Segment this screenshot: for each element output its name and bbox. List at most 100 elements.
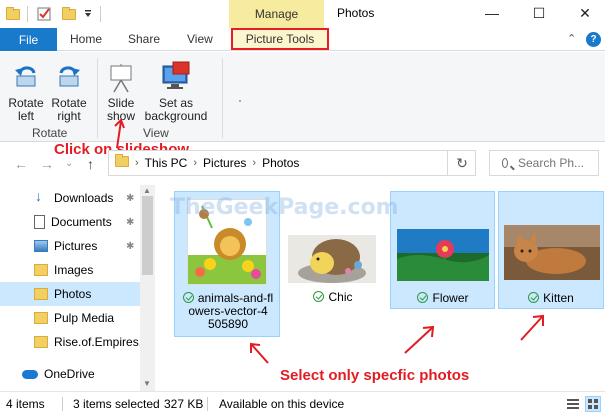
nav-item-label: Documents (51, 215, 112, 229)
search-input[interactable] (518, 156, 598, 170)
minimize-button[interactable]: — (477, 2, 507, 24)
search-box[interactable] (489, 150, 599, 176)
download-icon (34, 188, 48, 204)
divider (62, 397, 63, 411)
divider (100, 6, 101, 22)
nav-item-photos[interactable]: Photos (0, 282, 140, 306)
folder-icon (34, 336, 48, 348)
nav-item-downloads[interactable]: Downloads ✱ (0, 186, 140, 210)
tab-file[interactable]: File (0, 28, 57, 51)
nav-item-documents[interactable]: Documents ✱ (0, 210, 140, 234)
watermark: TheGeekPage.com (170, 195, 399, 220)
slideshow-icon (110, 64, 132, 93)
group-label-rotate: Rotate (32, 126, 68, 140)
nav-item-label: Pulp Media (54, 311, 115, 325)
group-separator (222, 58, 223, 138)
selected-check-icon (528, 292, 540, 303)
customize-toolbar-icon[interactable] (83, 5, 93, 23)
thumbnail-chic (288, 235, 376, 283)
tab-share[interactable]: Share (128, 32, 160, 46)
collapse-ribbon-icon[interactable]: ⌃ (567, 32, 576, 45)
rotate-right-label-2: right (57, 109, 81, 123)
status-selected-count: 3 items selected (73, 397, 160, 411)
tab-picture-tools[interactable]: Picture Tools (231, 28, 329, 50)
set-as-background-button[interactable]: Set as background (143, 60, 209, 123)
nav-item-onedrive[interactable]: OneDrive (0, 362, 140, 386)
selected-check-icon (182, 292, 194, 303)
annotation-arrow (404, 325, 435, 354)
rotate-left-icon (15, 66, 36, 87)
quick-access-folder-icon[interactable] (6, 5, 20, 23)
nav-item-pictures[interactable]: Pictures ✱ (0, 234, 140, 258)
status-item-count: 4 items (6, 397, 45, 411)
annotation-arrow (250, 342, 269, 364)
pin-icon[interactable]: ✱ (126, 193, 134, 204)
details-view-icon[interactable] (565, 396, 581, 412)
annotation-arrow-up (114, 118, 125, 149)
large-icons-view-icon[interactable] (585, 396, 601, 412)
nav-item-label: Photos (54, 287, 92, 301)
status-check-icon (313, 291, 325, 302)
nav-item-pulp-media[interactable]: Pulp Media (0, 306, 140, 330)
help-icon[interactable]: ? (586, 32, 601, 47)
thumbnail-kitten (504, 225, 600, 280)
up-arrow-icon[interactable]: ↑ (87, 156, 94, 172)
nav-scrollbar-thumb[interactable] (142, 196, 153, 275)
breadcrumb-this-pc[interactable]: This PC (145, 156, 188, 170)
nav-item-label: Downloads (54, 191, 114, 205)
file-tile-kitten[interactable]: Kitten (498, 191, 604, 309)
file-name: animals-and-fl owers-vector-4 505890 (177, 292, 279, 331)
file-tile-flower[interactable]: Flower (390, 191, 495, 309)
tab-view[interactable]: View (187, 32, 213, 46)
divider (207, 397, 208, 411)
recent-locations-chevron-icon[interactable]: ⌄ (65, 158, 73, 169)
status-selected-size: 327 KB (164, 397, 204, 411)
set-background-label-2: background (144, 109, 208, 123)
divider (27, 6, 28, 22)
folder-icon (34, 288, 48, 300)
breadcrumb-pictures[interactable]: Pictures (203, 156, 246, 170)
ribbon-tabs: File Home Share View Picture Tools ⌃ ? (0, 28, 605, 51)
breadcrumb-chevron-icon[interactable]: › (135, 157, 139, 169)
close-button[interactable]: ✕ (570, 2, 600, 24)
thumbnail-flower (397, 229, 489, 281)
pictures-icon (34, 240, 48, 252)
document-icon (34, 215, 45, 229)
manage-context-tab[interactable]: Manage (229, 0, 324, 28)
pin-icon[interactable]: ✱ (126, 217, 134, 228)
onedrive-icon (22, 369, 38, 379)
ribbon-dot (239, 100, 241, 102)
forward-arrow-icon[interactable]: → (40, 156, 54, 172)
status-availability: Available on this device (219, 397, 345, 411)
ribbon: Rotate left Rotate right Rotate Slide sh… (0, 52, 605, 142)
breadcrumb-chevron-icon[interactable]: › (193, 157, 197, 169)
rotate-right-button[interactable]: Rotate right (50, 60, 88, 123)
window-title: Photos (337, 6, 375, 20)
search-icon (502, 158, 508, 168)
breadcrumb-chevron-icon[interactable]: › (252, 157, 256, 169)
group-label-view: View (143, 126, 169, 140)
refresh-icon[interactable]: ↻ (447, 150, 476, 176)
properties-checkbox-icon[interactable] (37, 5, 52, 23)
nav-item-label: Pictures (54, 239, 98, 253)
slide-show-button[interactable]: Slide show (102, 60, 140, 123)
scroll-down-icon[interactable]: ▼ (143, 379, 151, 388)
rotate-left-button[interactable]: Rotate left (6, 60, 46, 123)
rotate-left-label-2: left (17, 109, 34, 123)
address-folder-icon (115, 154, 129, 170)
nav-item-rise-of-empires[interactable]: Rise.of.Empires.( (0, 330, 140, 354)
new-folder-icon[interactable] (62, 5, 76, 23)
address-bar[interactable]: › This PC › Pictures › Photos ⌄ (108, 150, 537, 176)
pin-icon[interactable]: ✱ (126, 241, 134, 252)
scroll-up-icon[interactable]: ▲ (143, 186, 151, 195)
annotation-select-photos: Select only specfic photos (280, 367, 470, 384)
annotation-arrow (520, 314, 544, 341)
nav-item-images[interactable]: Images (0, 258, 140, 282)
breadcrumb-photos[interactable]: Photos (262, 156, 299, 170)
maximize-button[interactable]: ☐ (524, 2, 554, 24)
nav-item-label: Images (54, 263, 94, 277)
tab-home[interactable]: Home (70, 32, 102, 46)
rotate-right-icon (59, 66, 80, 87)
folder-icon (34, 312, 48, 324)
back-arrow-icon[interactable]: ← (14, 156, 28, 172)
